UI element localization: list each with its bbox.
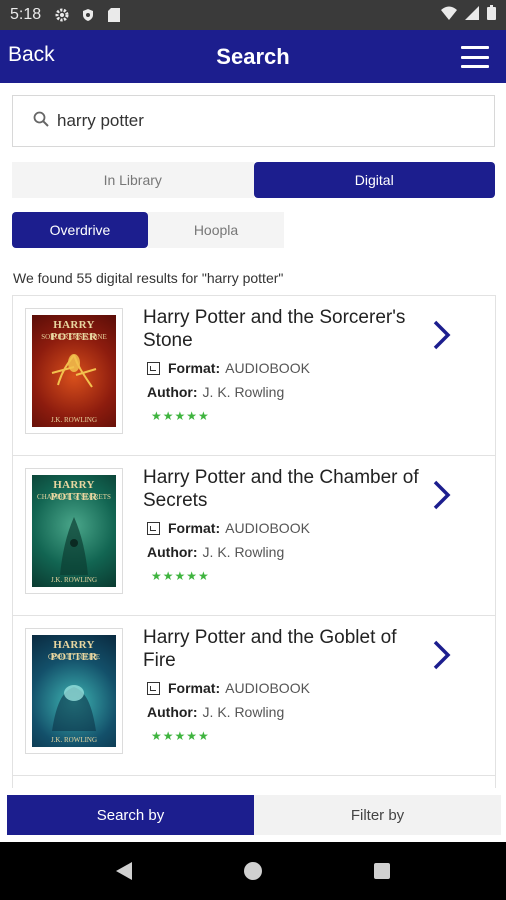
result-item[interactable]: HARRY POTTER CHAMBER of SECRETS J.K. ROW… xyxy=(12,456,496,616)
chevron-right-icon[interactable] xyxy=(431,478,453,512)
author-label: Author: xyxy=(147,704,198,720)
tab-hoopla[interactable]: Hoopla xyxy=(148,212,284,248)
result-item[interactable]: HARRY POTTER SORCERER'S STONE J.K. ROWLI… xyxy=(12,296,496,456)
cover-author: J.K. ROWLING xyxy=(50,416,98,424)
tab-overdrive[interactable]: Overdrive xyxy=(12,212,148,248)
result-title[interactable]: Harry Potter and the Goblet of Fire xyxy=(143,626,428,672)
result-format: Format: AUDIOBOOK xyxy=(147,520,310,536)
format-value: AUDIOBOOK xyxy=(225,360,310,376)
search-by-button[interactable]: Search by xyxy=(7,795,254,835)
search-box xyxy=(12,95,495,147)
book-cover: HARRY POTTER GOBLET of FIRE J.K. ROWLING xyxy=(25,628,123,754)
result-title[interactable]: Harry Potter and the Chamber of Secrets xyxy=(143,466,428,512)
result-title[interactable]: Harry Potter and the Sorcerer's Stone xyxy=(143,306,428,352)
system-nav-bar xyxy=(0,842,506,900)
result-format: Format: AUDIOBOOK xyxy=(147,360,310,376)
home-circle-icon[interactable] xyxy=(243,861,263,881)
result-format: Format: AUDIOBOOK xyxy=(147,680,310,696)
shield-icon xyxy=(81,8,95,22)
author-value: J. K. Rowling xyxy=(202,384,285,400)
source-tabs: Overdrive Hoopla xyxy=(12,212,284,248)
result-author: Author: J. K. Rowling xyxy=(147,704,284,720)
app-header: Back Search xyxy=(0,30,506,83)
page-title: Search xyxy=(216,43,290,69)
results-list[interactable]: HARRY POTTER SORCERER'S STONE J.K. ROWLI… xyxy=(12,295,496,788)
rating-stars: ★★★★★ xyxy=(151,729,210,743)
bottom-tabs: Search by Filter by xyxy=(7,795,501,835)
result-item[interactable]: HARRY POTTER GOBLET of FIRE J.K. ROWLING… xyxy=(12,616,496,776)
status-bar: 5:18 xyxy=(0,0,506,30)
book-cover: HARRY POTTER CHAMBER of SECRETS J.K. ROW… xyxy=(25,468,123,594)
wifi-icon xyxy=(441,6,457,25)
format-value: AUDIOBOOK xyxy=(225,520,310,536)
author-value: J. K. Rowling xyxy=(202,544,285,560)
search-input[interactable] xyxy=(57,111,457,131)
chevron-right-icon[interactable] xyxy=(431,318,453,352)
filter-by-button[interactable]: Filter by xyxy=(254,795,501,835)
result-author: Author: J. K. Rowling xyxy=(147,544,284,560)
battery-icon xyxy=(487,5,496,25)
hamburger-menu-icon[interactable] xyxy=(461,46,489,68)
tab-in-library[interactable]: In Library xyxy=(12,162,254,198)
audiobook-format-icon xyxy=(147,681,160,695)
format-label: Format: xyxy=(168,680,221,696)
format-label: Format: xyxy=(168,360,221,376)
author-label: Author: xyxy=(147,544,198,560)
result-item-partial[interactable] xyxy=(12,776,496,788)
rating-stars: ★★★★★ xyxy=(151,409,210,423)
tab-digital[interactable]: Digital xyxy=(253,162,495,198)
cover-author: J.K. ROWLING xyxy=(50,736,98,744)
author-label: Author: xyxy=(147,384,198,400)
sd-card-icon xyxy=(107,8,121,22)
back-button[interactable]: Back xyxy=(8,43,55,67)
format-value: AUDIOBOOK xyxy=(225,680,310,696)
status-time: 5:18 xyxy=(10,6,42,23)
gear-icon xyxy=(55,8,69,22)
audiobook-format-icon xyxy=(147,361,160,375)
recents-square-icon[interactable] xyxy=(373,862,391,880)
chevron-right-icon[interactable] xyxy=(431,638,453,672)
signal-icon xyxy=(465,5,479,25)
location-tabs: In Library Digital xyxy=(12,162,495,198)
rating-stars: ★★★★★ xyxy=(151,569,210,583)
back-triangle-icon[interactable] xyxy=(115,861,133,881)
search-icon xyxy=(33,111,57,132)
results-count: We found 55 digital results for "harry p… xyxy=(13,270,284,286)
audiobook-format-icon xyxy=(147,521,160,535)
author-value: J. K. Rowling xyxy=(202,704,285,720)
format-label: Format: xyxy=(168,520,221,536)
result-author: Author: J. K. Rowling xyxy=(147,384,284,400)
book-cover: HARRY POTTER SORCERER'S STONE J.K. ROWLI… xyxy=(25,308,123,434)
cover-author: J.K. ROWLING xyxy=(50,576,98,584)
